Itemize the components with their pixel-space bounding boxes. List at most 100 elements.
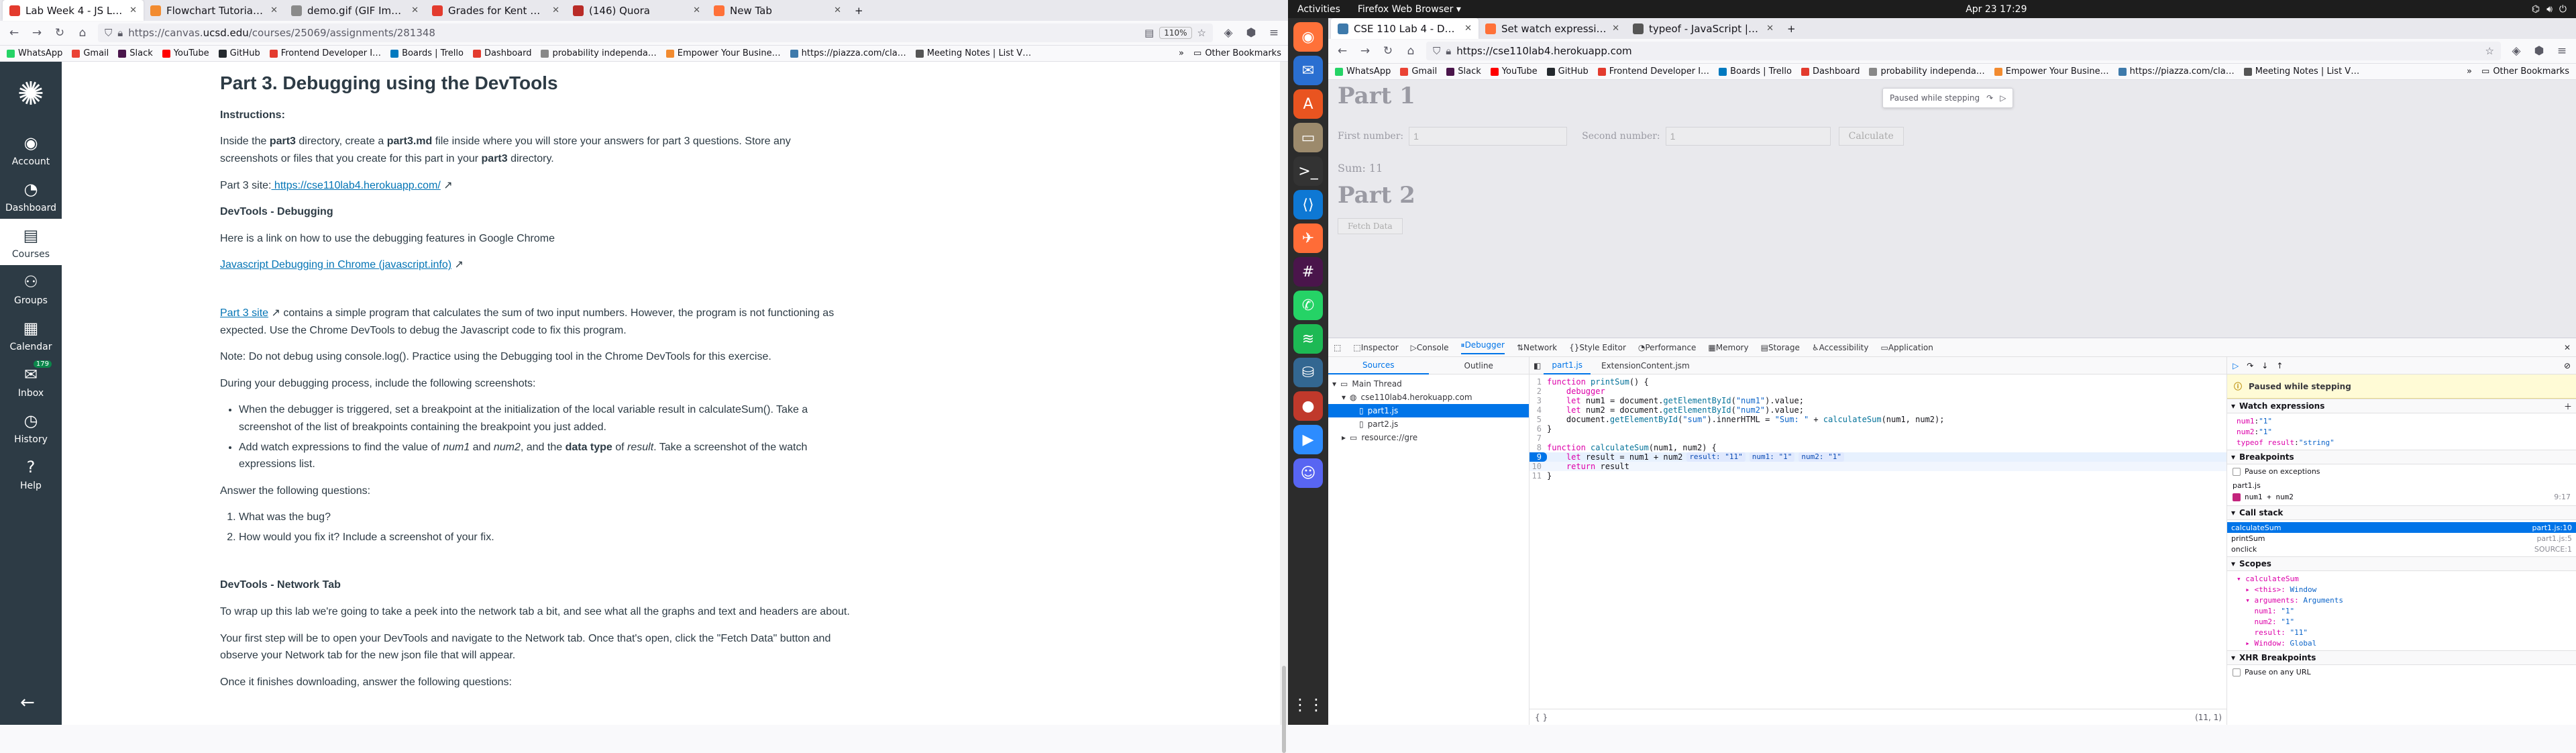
slack-icon[interactable]: #: [1293, 257, 1323, 287]
bookmark-item[interactable]: Slack: [118, 48, 153, 58]
home-icon[interactable]: ⌂: [75, 26, 90, 40]
second-number-input[interactable]: [1665, 127, 1831, 146]
bookmark-item[interactable]: Dashboard: [1801, 66, 1860, 77]
chevron-right-icon[interactable]: »: [2467, 66, 2472, 77]
scope-variable[interactable]: num2: "1": [2227, 616, 2576, 627]
first-number-input[interactable]: [1409, 127, 1568, 146]
close-icon[interactable]: ✕: [270, 5, 278, 15]
spotify-icon[interactable]: ≋: [1293, 324, 1323, 354]
resume-icon[interactable]: ▷: [2233, 361, 2239, 370]
bookmark-item[interactable]: WhatsApp: [1335, 66, 1391, 77]
pause-any-url[interactable]: Pause on any URL: [2227, 665, 2576, 679]
reader-icon[interactable]: ▤: [1144, 27, 1154, 39]
calculate-button[interactable]: Calculate: [1838, 127, 1904, 146]
zoom-indicator[interactable]: 110%: [1159, 27, 1192, 39]
scope-variable[interactable]: ▾ arguments: Arguments: [2227, 595, 2576, 605]
bookmark-item[interactable]: Empower Your Busine…: [1994, 66, 2109, 77]
devtools-tab-performance[interactable]: ◔ Performance: [1638, 343, 1697, 352]
devtools-tab-storage[interactable]: ▤ Storage: [1761, 343, 1800, 352]
terminal-icon[interactable]: >_: [1293, 156, 1323, 186]
browser-tab[interactable]: Set watch expressions —… ✕: [1479, 18, 1626, 39]
callstack-section-header[interactable]: ▾ Call stack: [2227, 505, 2576, 520]
callstack-frame[interactable]: calculateSum part1.js:10: [2227, 522, 2576, 533]
checkbox[interactable]: [2233, 467, 2241, 476]
deactivate-breakpoints-icon[interactable]: ⊘: [2564, 361, 2571, 370]
scopes-section-header[interactable]: ▾ Scopes: [2227, 556, 2576, 571]
scope-variable[interactable]: ▸ Window: Global: [2227, 638, 2576, 648]
left-url-bar[interactable]: ⛉ 🔒︎ https://canvas.ucsd.edu/courses/250…: [98, 23, 1213, 42]
other-bookmarks[interactable]: ▭ Other Bookmarks: [2481, 66, 2569, 77]
browser-tab[interactable]: CSE 110 Lab 4 - Debugging ✕: [1331, 18, 1479, 39]
toggle-sidebar-icon[interactable]: ◧: [1534, 361, 1541, 370]
bookmark-item[interactable]: Frontend Developer I…: [269, 48, 381, 58]
recorder-icon[interactable]: ●: [1293, 391, 1323, 421]
devtools-tab-debugger[interactable]: ⏸ Debugger: [1460, 340, 1505, 354]
code-line[interactable]: 8 function calculateSum(num1, num2) {: [1529, 443, 2226, 452]
bookmark-star-icon[interactable]: ☆: [1197, 27, 1206, 39]
callstack-frame[interactable]: onclick SOURCE:1: [2227, 544, 2576, 554]
close-icon[interactable]: ✕: [1766, 23, 1774, 34]
code-line[interactable]: 3 let num1 = document.getElementById("nu…: [1529, 396, 2226, 405]
scope-variable[interactable]: num1: "1": [2227, 605, 2576, 616]
resume-icon[interactable]: ▷: [2000, 93, 2006, 103]
bookmark-item[interactable]: Boards | Trello: [390, 48, 464, 58]
code-line[interactable]: 7: [1529, 434, 2226, 443]
breakpoint-item[interactable]: num1 + num2 9:17: [2227, 493, 2576, 505]
bookmark-item[interactable]: Boards | Trello: [1719, 66, 1792, 77]
watch-section-header[interactable]: ▾ Watch expressions ＋: [2227, 399, 2576, 413]
step-in-icon[interactable]: ↓: [2261, 361, 2268, 370]
power-icon[interactable]: ⏻: [2559, 4, 2567, 15]
nav-item-courses[interactable]: ▤ Courses: [0, 219, 62, 265]
code-line-current[interactable]: 10 return result: [1529, 462, 2226, 471]
home-icon[interactable]: ⌂: [1403, 44, 1418, 58]
pick-element-icon[interactable]: ⬚: [1334, 343, 1341, 352]
collapse-nav-icon[interactable]: ←: [20, 693, 35, 713]
clock[interactable]: Apr 23 17:29: [1966, 4, 2027, 15]
nav-item-groups[interactable]: ⚇ Groups: [0, 265, 62, 311]
code-line[interactable]: 4 let num2 = document.getElementById("nu…: [1529, 405, 2226, 415]
code-line[interactable]: 11}: [1529, 471, 2226, 481]
postgres-icon[interactable]: ⛁: [1293, 358, 1323, 387]
scope-variable[interactable]: ▾ calculateSum: [2227, 573, 2576, 584]
back-icon[interactable]: ←: [1335, 44, 1350, 58]
breakpoints-section-header[interactable]: ▾ Breakpoints: [2227, 450, 2576, 464]
scope-variable[interactable]: result: "11": [2227, 627, 2576, 638]
bookmark-item[interactable]: WhatsApp: [7, 48, 62, 58]
other-bookmarks[interactable]: ▭ Other Bookmarks: [1193, 48, 1281, 58]
activities-button[interactable]: Activities: [1297, 4, 1340, 15]
bookmark-item[interactable]: Meeting Notes | List V…: [915, 48, 1031, 58]
browser-tab[interactable]: typeof - JavaScript | MDN… ✕: [1626, 18, 1780, 39]
bookmark-item[interactable]: Slack: [1446, 66, 1481, 77]
bookmark-item[interactable]: GitHub: [1546, 66, 1589, 77]
close-icon[interactable]: ✕: [411, 5, 419, 15]
bookmark-item[interactable]: Meeting Notes | List V…: [2243, 66, 2359, 77]
pause-on-exceptions[interactable]: Pause on exceptions: [2227, 464, 2576, 479]
close-icon[interactable]: ✕: [552, 5, 559, 15]
pocket-icon[interactable]: ◈: [1221, 26, 1236, 40]
browser-tab[interactable]: Grades for Kent Utomo:… ✕: [425, 0, 566, 21]
browser-tab[interactable]: demo.gif (GIF Image, 1895 ×… ✕: [284, 0, 425, 21]
sources-subtab[interactable]: Sources: [1328, 357, 1429, 374]
tree-host[interactable]: ▾ ◍ cse110lab4.herokuapp.com: [1328, 391, 1529, 404]
devtools-tab-application[interactable]: ▭ Application: [1880, 343, 1933, 352]
tree-file-part2[interactable]: ▯ part2.js: [1328, 417, 1529, 431]
url-text[interactable]: https://canvas.ucsd.edu/courses/25069/as…: [128, 27, 435, 39]
js-debug-link[interactable]: Javascript Debugging in Chrome (javascri…: [220, 259, 451, 270]
code-line[interactable]: 5 document.getElementById("sum").innerHT…: [1529, 415, 2226, 424]
tree-main-thread[interactable]: ▾ ▭ Main Thread: [1328, 377, 1529, 391]
nav-item-help[interactable]: ? Help: [0, 450, 62, 497]
code-line[interactable]: 6}: [1529, 424, 2226, 434]
browser-tab[interactable]: (146) Quora ✕: [566, 0, 707, 21]
bookmark-item[interactable]: https://piazza.com/cla…: [790, 48, 906, 58]
vscode-icon[interactable]: ⟨⟩: [1293, 190, 1323, 219]
app-menu[interactable]: Firefox Web Browser ▾: [1358, 4, 1461, 15]
volume-icon[interactable]: 🔊︎: [2546, 4, 2553, 15]
bookmark-item[interactable]: Dashboard: [472, 48, 531, 58]
extension-icon[interactable]: ⬢: [1244, 26, 1258, 40]
watch-expression[interactable]: num1: "1": [2227, 415, 2576, 426]
devtools-tab-accessibility[interactable]: ♿ Accessibility: [1812, 343, 1869, 352]
discord-icon[interactable]: ☺: [1293, 458, 1323, 488]
forward-icon[interactable]: →: [1358, 44, 1373, 58]
postman-icon[interactable]: ✈: [1293, 223, 1323, 253]
outline-subtab[interactable]: Outline: [1429, 361, 1529, 370]
